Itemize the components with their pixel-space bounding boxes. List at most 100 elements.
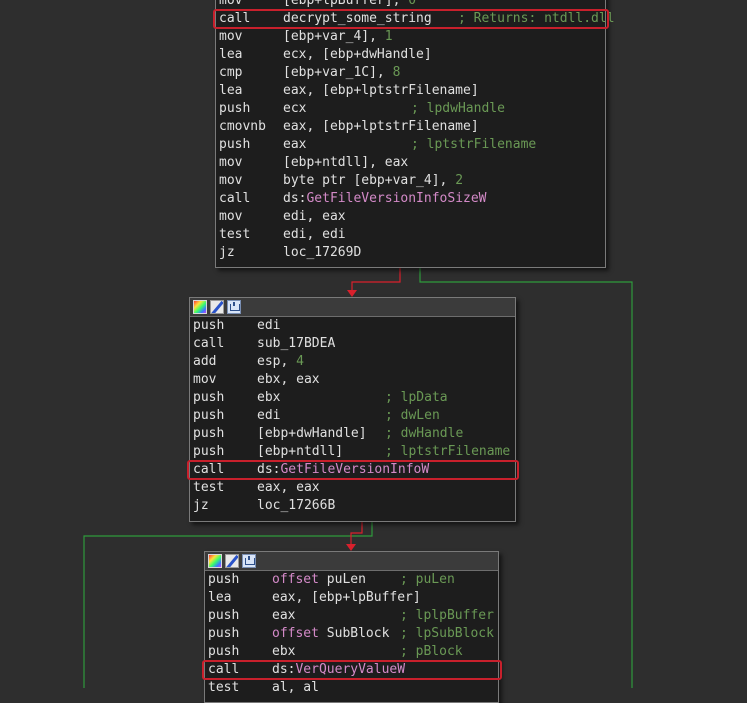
instruction-row[interactable]: jz loc_17269D xyxy=(216,244,605,262)
operands: ecx, [ebp+dwHandle] xyxy=(283,46,432,64)
operand-text: eax, [ebp+lptstrFilename] xyxy=(283,83,479,98)
instruction-row[interactable]: mov [ebp+var_4], 1 xyxy=(216,28,605,46)
color-palette-icon[interactable] xyxy=(193,300,207,314)
instruction-row[interactable]: call sub_17BDEA xyxy=(190,335,515,353)
immediate-value: 1 xyxy=(384,29,393,44)
mnemonic: push xyxy=(193,390,225,405)
comment: ; pBlock xyxy=(400,644,463,659)
immediate-value: 4 xyxy=(296,354,304,369)
highlighted-instruction-row[interactable]: call decrypt_some_string ; Returns: ntdll.… xyxy=(213,9,615,29)
api-import-name[interactable]: GetFileVersionInfoSizeW xyxy=(306,191,486,206)
instruction-row[interactable]: mov byte ptr [ebp+var_4], 2 xyxy=(216,172,605,190)
operand-text: ds: xyxy=(283,191,307,206)
operand-text: edi, edi xyxy=(283,227,346,242)
mnemonic: push xyxy=(208,644,240,659)
block-2-header[interactable] xyxy=(190,298,515,317)
instruction-row[interactable]: push eax ; lptstrFilename xyxy=(216,136,605,154)
operands: ebx, eax xyxy=(257,371,320,389)
instruction-row[interactable]: mov ebx, eax xyxy=(190,371,515,389)
operand-text: [ebp+var_1C], xyxy=(283,65,393,80)
instruction-row[interactable]: push [ebp+dwHandle] ; dwHandle xyxy=(190,425,515,443)
instruction-row[interactable]: jz loc_17266B xyxy=(190,497,515,515)
comment: ; lptstrFilename xyxy=(385,444,511,459)
offset-keyword: offset xyxy=(272,626,327,641)
instruction-row[interactable]: test al, al xyxy=(205,679,498,697)
operand-text: SubBlock xyxy=(326,626,390,641)
offset-keyword: offset xyxy=(272,572,327,587)
instruction-row[interactable]: push eax ; lplpBuffer xyxy=(205,607,498,625)
instruction-row[interactable]: push edi xyxy=(190,317,515,335)
operand-text: ecx, [ebp+dwHandle] xyxy=(283,47,432,62)
operand-text: [ebp+dwHandle] xyxy=(257,426,367,441)
instruction-row[interactable]: push edi ; dwLen xyxy=(190,407,515,425)
mnemonic: mov xyxy=(219,155,243,170)
graph-view-icon[interactable] xyxy=(242,554,256,568)
operands: eax xyxy=(283,136,306,154)
instruction-row[interactable]: lea eax, [ebp+lpBuffer] xyxy=(205,589,498,607)
api-import-name[interactable]: GetFileVersionInfoW xyxy=(280,462,429,477)
instruction-row[interactable]: push offset SubBlock ; lpSubBlock xyxy=(205,625,498,643)
code-block-1[interactable]: mov [ebp+lpBuffer], 0 call decrypt_some_str… xyxy=(213,0,615,268)
operands: eax xyxy=(272,607,295,625)
mnemonic: jz xyxy=(193,498,209,513)
operands: ebx xyxy=(257,389,280,407)
instruction-row[interactable]: lea eax, [ebp+lptstrFilename] xyxy=(216,82,605,100)
code-block-2[interactable]: push edi call sub_17BDEA add esp, 4 mov ebx, ea… xyxy=(187,297,519,522)
instruction-row[interactable]: mov [ebp+lpBuffer], 0 xyxy=(216,0,605,10)
instruction-row[interactable]: cmp [ebp+var_1C], 8 xyxy=(216,64,605,82)
operand-text: sub_17BDEA xyxy=(257,336,336,351)
instruction-row[interactable]: lea ecx, [ebp+dwHandle] xyxy=(216,46,605,64)
operands: byte ptr [ebp+var_4], 2 xyxy=(283,172,463,190)
instruction-row[interactable]: test eax, eax xyxy=(190,479,515,497)
edge-true-branch-1 xyxy=(351,266,401,292)
edge-true-branch-2 xyxy=(350,520,363,546)
block-3-header[interactable] xyxy=(205,552,498,571)
instruction-row[interactable]: mov edi, eax xyxy=(216,208,605,226)
mnemonic: push xyxy=(208,626,240,641)
instruction-row[interactable]: push [ebp+ntdll] ; lptstrFilename xyxy=(190,443,515,461)
operands: ds:VerQueryValueW xyxy=(272,661,405,679)
mnemonic: add xyxy=(193,354,217,369)
instruction-row[interactable]: test edi, edi xyxy=(216,226,605,244)
operand-text: loc_17266B xyxy=(257,498,336,513)
operand-text: ebx xyxy=(272,644,296,659)
mnemonic: cmp xyxy=(219,65,243,80)
edit-pen-icon[interactable] xyxy=(225,554,239,568)
instruction-row[interactable]: call ds:GetFileVersionInfoSizeW xyxy=(216,190,605,208)
instruction-row[interactable]: mov [ebp+ntdll], eax xyxy=(216,154,605,172)
instruction-row[interactable]: cmovnb eax, [ebp+lptstrFilename] xyxy=(216,118,605,136)
operands: offset puLen xyxy=(272,571,366,589)
operand-text: byte ptr [ebp+var_4], xyxy=(283,173,456,188)
mnemonic: mov xyxy=(219,0,243,8)
operand-text: eax xyxy=(283,137,307,152)
comment: ; lplpBuffer xyxy=(400,608,494,623)
mnemonic: push xyxy=(219,137,251,152)
operand-text: [ebp+ntdll] xyxy=(257,444,344,459)
comment: ; lptstrFilename xyxy=(411,137,537,152)
operand-text: esp, xyxy=(257,354,297,369)
highlighted-instruction-row[interactable]: call ds:VerQueryValueW xyxy=(202,660,502,680)
edge-arrow-2 xyxy=(346,544,356,551)
comment: ; dwLen xyxy=(385,408,440,423)
mnemonic: call xyxy=(219,191,251,206)
instruction-row[interactable]: add esp, 4 xyxy=(190,353,515,371)
instruction-row[interactable]: push ecx ; lpdwHandle xyxy=(216,100,605,118)
operands: [ebp+var_4], 1 xyxy=(283,28,393,46)
mnemonic: mov xyxy=(219,173,243,188)
api-import-name[interactable]: VerQueryValueW xyxy=(295,662,405,677)
highlighted-instruction-row[interactable]: call ds:GetFileVersionInfoW xyxy=(187,460,519,480)
graph-view-icon[interactable] xyxy=(227,300,241,314)
immediate-value: 0 xyxy=(408,0,417,8)
mnemonic: test xyxy=(219,227,251,242)
mnemonic: mov xyxy=(193,372,217,387)
instruction-row[interactable]: push offset puLen ; puLen xyxy=(205,571,498,589)
color-palette-icon[interactable] xyxy=(208,554,222,568)
instruction-row[interactable]: push ebx ; lpData xyxy=(190,389,515,407)
code-block-3[interactable]: push offset puLen ; puLen lea eax, [ebp+lpBu… xyxy=(202,551,502,703)
instruction-row[interactable]: push ebx ; pBlock xyxy=(205,643,498,661)
operand-text: ecx xyxy=(283,101,307,116)
mnemonic: jz xyxy=(219,245,235,260)
comment: ; lpdwHandle xyxy=(411,101,505,116)
edit-pen-icon[interactable] xyxy=(210,300,224,314)
comment: ; puLen xyxy=(400,572,455,587)
